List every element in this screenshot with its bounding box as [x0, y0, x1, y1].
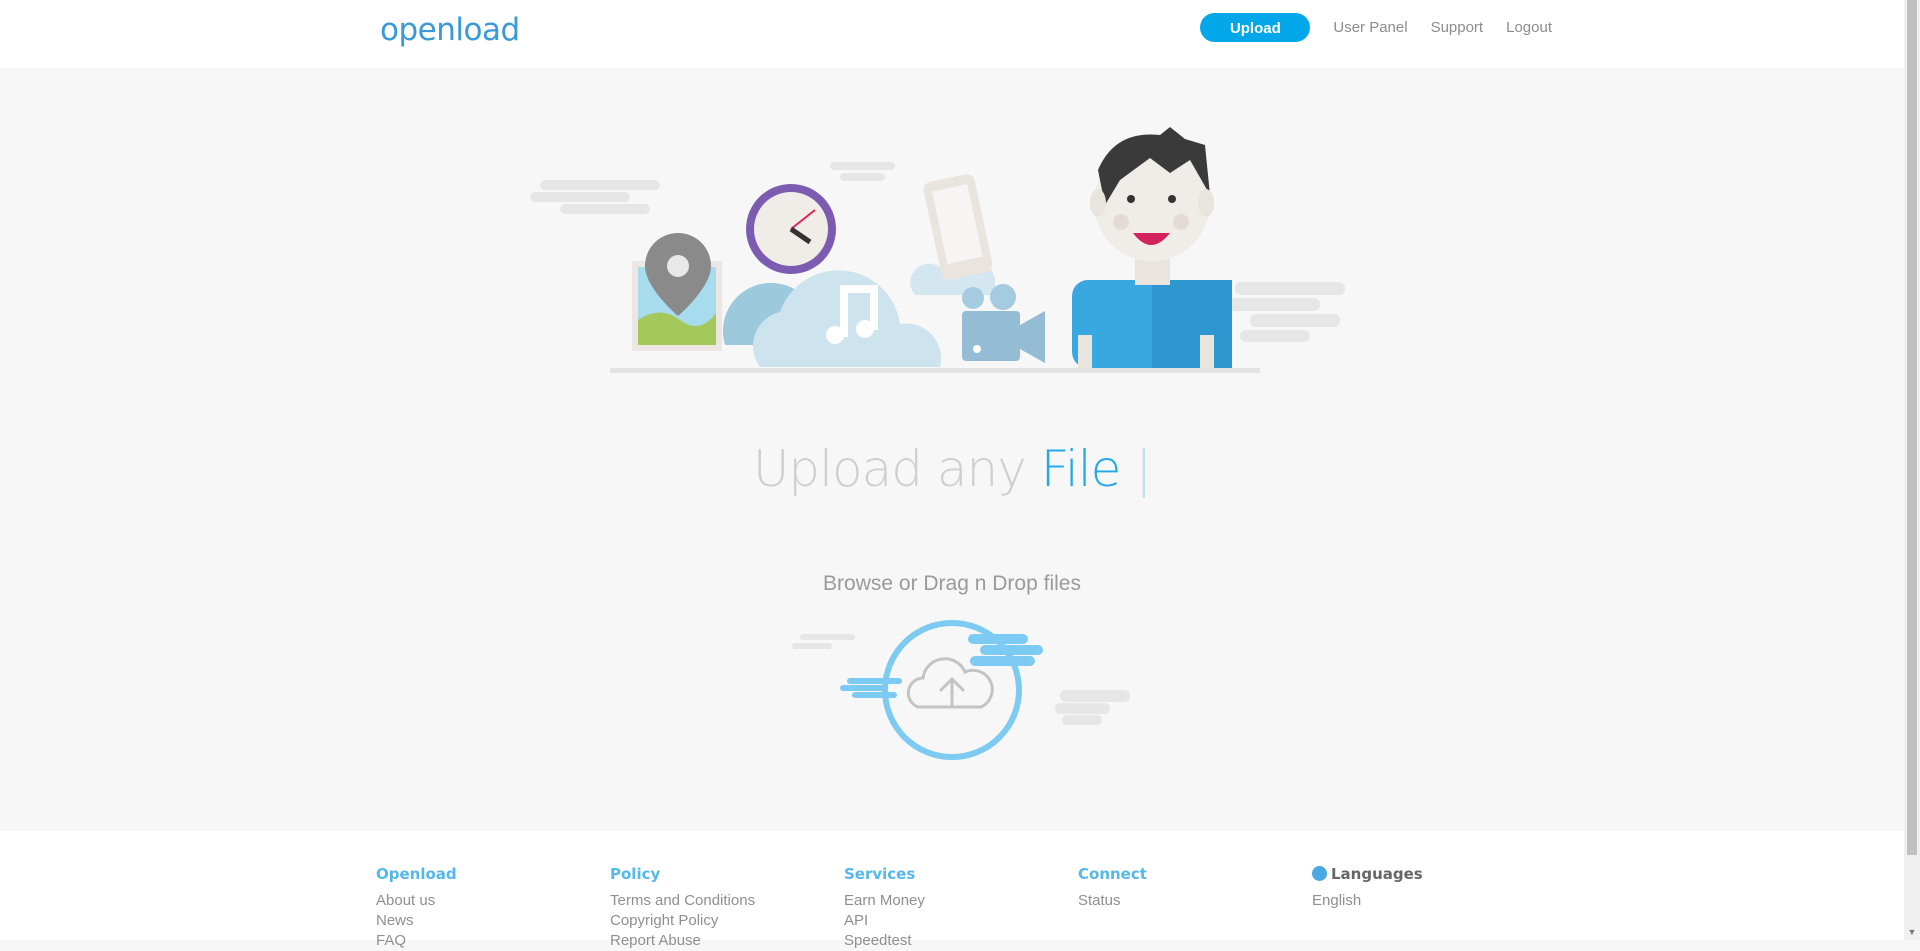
browse-text[interactable]: Browse or Drag n Drop files [0, 572, 1904, 596]
logo-text: openload [380, 12, 520, 48]
headline-text: Upload any [752, 440, 1027, 498]
footer-title-openload: Openload [376, 865, 457, 883]
footer-link-terms[interactable]: Terms and Conditions [610, 891, 755, 911]
hero-illustration [530, 127, 1345, 373]
footer: Openload About us News FAQ Policy Terms … [0, 831, 1904, 949]
footer-link-status[interactable]: Status [1078, 891, 1147, 911]
footer-col-policy: Policy Terms and Conditions Copyright Po… [610, 865, 755, 951]
footer-col-languages: Languages English [1312, 865, 1423, 911]
headline-accent: File [1040, 440, 1122, 498]
footer-col-services: Services Earn Money API Speedtest [844, 865, 925, 951]
footer-link-about-us[interactable]: About us [376, 891, 457, 911]
upload-dropzone[interactable] [780, 612, 1130, 762]
openload-logo[interactable]: openload [380, 8, 520, 52]
main-nav: Upload User Panel Support Logout [1200, 13, 1552, 42]
footer-link-news[interactable]: News [376, 911, 457, 931]
nav-user-panel[interactable]: User Panel [1333, 19, 1407, 36]
nav-logout[interactable]: Logout [1506, 19, 1552, 36]
nav-support[interactable]: Support [1431, 19, 1484, 36]
footer-link-api[interactable]: API [844, 911, 925, 931]
scroll-down-arrow-icon[interactable]: ▼ [1904, 924, 1920, 940]
typing-caret: | [1135, 440, 1152, 498]
footer-link-earn-money[interactable]: Earn Money [844, 891, 925, 911]
cloud-upload-icon [906, 657, 994, 709]
top-navigation-bar: openload Upload User Panel Support Logou… [0, 0, 1904, 68]
globe-icon [1312, 866, 1327, 881]
footer-col-connect: Connect Status [1078, 865, 1147, 911]
footer-link-report-abuse[interactable]: Report Abuse [610, 931, 755, 951]
footer-title-connect: Connect [1078, 865, 1147, 883]
scrollbar-thumb[interactable] [1907, 0, 1917, 855]
vertical-scrollbar[interactable]: ▼ [1904, 0, 1920, 940]
grey-clouds [792, 634, 1130, 725]
footer-title-services: Services [844, 865, 916, 883]
footer-link-english[interactable]: English [1312, 891, 1423, 911]
footer-link-copyright[interactable]: Copyright Policy [610, 911, 755, 931]
upload-button[interactable]: Upload [1200, 13, 1311, 42]
upload-headline: Upload any File | [0, 440, 1904, 498]
footer-link-faq[interactable]: FAQ [376, 931, 457, 951]
footer-col-openload: Openload About us News FAQ [376, 865, 457, 951]
footer-link-speedtest[interactable]: Speedtest [844, 931, 925, 951]
footer-title-policy: Policy [610, 865, 661, 883]
footer-title-languages: Languages [1312, 865, 1423, 883]
languages-label: Languages [1331, 865, 1423, 883]
